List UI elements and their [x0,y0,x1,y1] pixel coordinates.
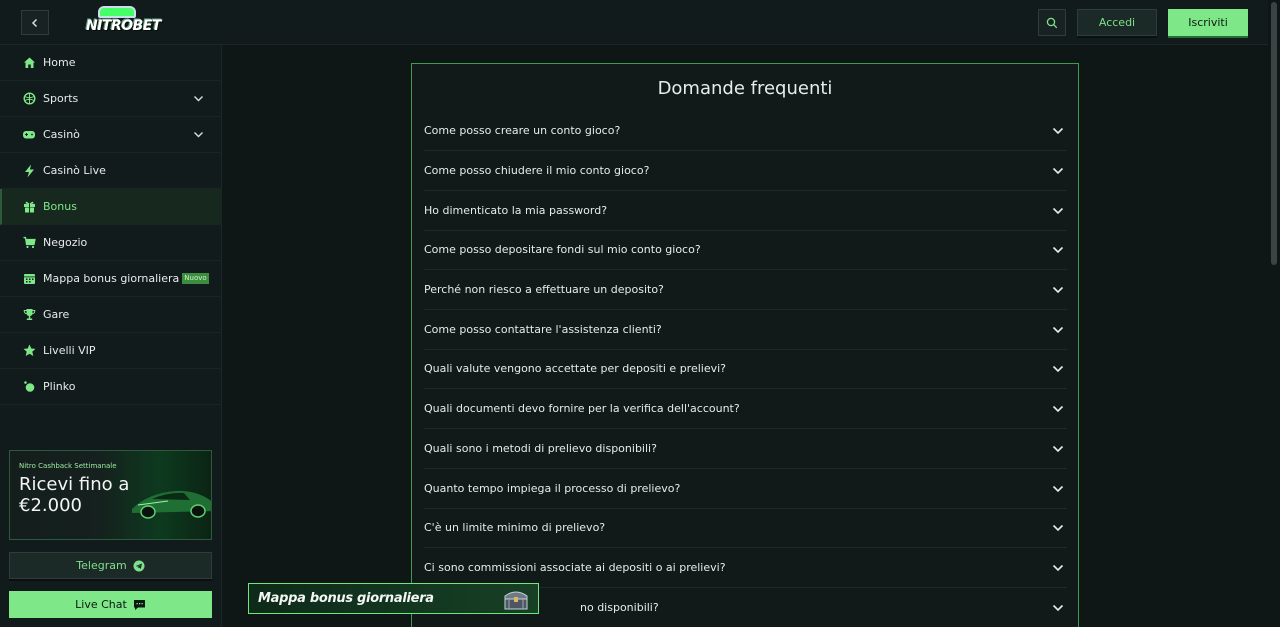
chevron-down-icon[interactable] [193,129,204,140]
home-icon [22,56,36,70]
faq-question: Quanto tempo impiega il processo di prel… [424,482,681,495]
gamepad-icon [22,128,36,142]
sidebar-item-home[interactable]: Home [0,45,222,81]
faq-question: Ci sono commissioni associate ai deposit… [424,561,726,574]
faq-question: Perché non riesco a effettuare un deposi… [424,283,664,296]
chevron-down-icon[interactable] [1052,363,1064,375]
faq-item[interactable]: Ci sono commissioni associate ai deposit… [424,548,1067,588]
gift-icon [22,200,36,214]
sidebar: Home Sports Casinò Casinò Live Bonus Neg… [0,45,222,627]
star-icon [22,344,36,358]
faq-question: Come posso depositare fondi sul mio cont… [424,243,701,256]
chevron-down-icon[interactable] [1052,284,1064,296]
chevron-down-icon[interactable] [1052,205,1064,217]
sidebar-item-plinko[interactable]: Plinko [0,369,222,405]
daily-bonus-map-banner[interactable]: Mappa bonus giornaliera [248,583,539,614]
sidebar-item-races[interactable]: Gare [0,297,222,333]
faq-question: no disponibili? [580,601,659,614]
faq-panel: Domande frequenti Come posso creare un c… [411,63,1079,627]
sidebar-item-vip-levels[interactable]: Livelli VIP [0,333,222,369]
calendar-icon [22,272,36,286]
top-header: NITROBET Accedi Iscriviti [0,0,1268,45]
chevron-down-icon[interactable] [1052,125,1064,137]
search-button[interactable] [1038,9,1066,36]
sidebar-item-label: Livelli VIP [43,344,96,357]
lightning-icon [22,164,36,178]
search-icon [1046,17,1058,28]
chevron-down-icon[interactable] [1052,165,1064,177]
faq-question: Quali documenti devo fornire per la veri… [424,402,740,415]
telegram-icon [133,560,145,571]
new-badge: Nuovo [182,273,209,284]
banner-label: Mappa bonus giornaliera [258,591,434,606]
trophy-icon [22,308,36,322]
nitrobet-logo[interactable]: NITROBET [84,6,161,40]
live-chat-button[interactable]: Live Chat [9,591,212,618]
chat-icon [133,599,145,610]
sidebar-item-shop[interactable]: Negozio [0,225,222,261]
back-button[interactable] [21,10,49,35]
faq-question: Ho dimenticato la mia password? [424,204,608,217]
sidebar-item-label: Negozio [43,236,88,249]
faq-question: Come posso creare un conto gioco? [424,124,621,137]
sports-car-illustration [132,490,211,519]
sidebar-item-casino[interactable]: Casinò [0,117,222,153]
sidebar-item-label: Home [43,56,76,69]
faq-item[interactable]: Come posso depositare fondi sul mio cont… [424,230,1067,270]
sidebar-item-daily-bonus-map[interactable]: Mappa bonus giornaliera Nuovo [0,261,222,297]
page-scrollbar-thumb[interactable] [1271,2,1277,265]
faq-question: Quali valute vengono accettate per depos… [424,362,727,375]
sidebar-item-label: Gare [43,308,70,321]
chevron-down-icon[interactable] [193,93,204,104]
chevron-down-icon[interactable] [1052,324,1064,336]
faq-question: C'è un limite minimo di prelievo? [424,521,606,534]
signup-button[interactable]: Iscriviti [1168,9,1248,36]
sidebar-item-label: Casinò [43,128,80,141]
treasure-chest-icon [504,591,528,610]
telegram-button[interactable]: Telegram [9,552,212,579]
chevron-down-icon[interactable] [1052,443,1064,455]
faq-question: Quali sono i metodi di prelievo disponib… [424,442,657,455]
cashback-promo-banner[interactable]: Nitro Cashback Settimanale Ricevi fino a… [9,450,212,540]
sidebar-item-bonus[interactable]: Bonus [0,189,222,225]
sidebar-item-casino-live[interactable]: Casinò Live [0,153,222,189]
faq-item[interactable]: C'è un limite minimo di prelievo? [424,508,1067,548]
sidebar-item-label: Bonus [43,200,77,213]
faq-item[interactable]: Quali valute vengono accettate per depos… [424,349,1067,389]
chevron-down-icon[interactable] [1052,483,1064,495]
faq-question: Come posso contattare l'assistenza clien… [424,323,662,336]
telegram-label: Telegram [76,559,127,572]
logo-text: NITROBET [86,18,161,34]
chevron-left-icon [31,18,38,27]
promo-title: Ricevi fino a €2.000 [19,474,130,516]
sidebar-item-label: Plinko [43,380,76,393]
chevron-down-icon[interactable] [1052,602,1064,614]
ball-icon [22,92,36,106]
promo-tag: Nitro Cashback Settimanale [19,462,117,470]
sidebar-item-label: Casinò Live [43,164,106,177]
sidebar-item-sports[interactable]: Sports [0,81,222,117]
logo-badge [98,6,136,18]
chevron-down-icon[interactable] [1052,403,1064,415]
faq-item[interactable]: Come posso creare un conto gioco? [424,111,1067,151]
chevron-down-icon[interactable] [1052,244,1064,256]
login-button[interactable]: Accedi [1077,9,1157,36]
faq-item[interactable]: Ho dimenticato la mia password? [424,191,1067,231]
faq-item[interactable]: Quanto tempo impiega il processo di prel… [424,469,1067,509]
faq-item[interactable]: Quali sono i metodi di prelievo disponib… [424,429,1067,469]
sidebar-item-label: Sports [43,92,79,105]
faq-item[interactable]: Perché non riesco a effettuare un deposi… [424,270,1067,310]
faq-item[interactable]: Come posso chiudere il mio conto gioco? [424,151,1067,191]
faq-title: Domande frequenti [657,78,833,99]
live-chat-label: Live Chat [75,598,127,611]
chevron-down-icon[interactable] [1052,522,1064,534]
faq-item[interactable]: Come posso contattare l'assistenza clien… [424,310,1067,350]
faq-question: Come posso chiudere il mio conto gioco? [424,164,650,177]
sidebar-item-label: Mappa bonus giornaliera [43,272,180,285]
plinko-icon [22,380,36,394]
chevron-down-icon[interactable] [1052,562,1064,574]
faq-item[interactable]: Quali documenti devo fornire per la veri… [424,389,1067,429]
cart-icon [22,236,36,250]
